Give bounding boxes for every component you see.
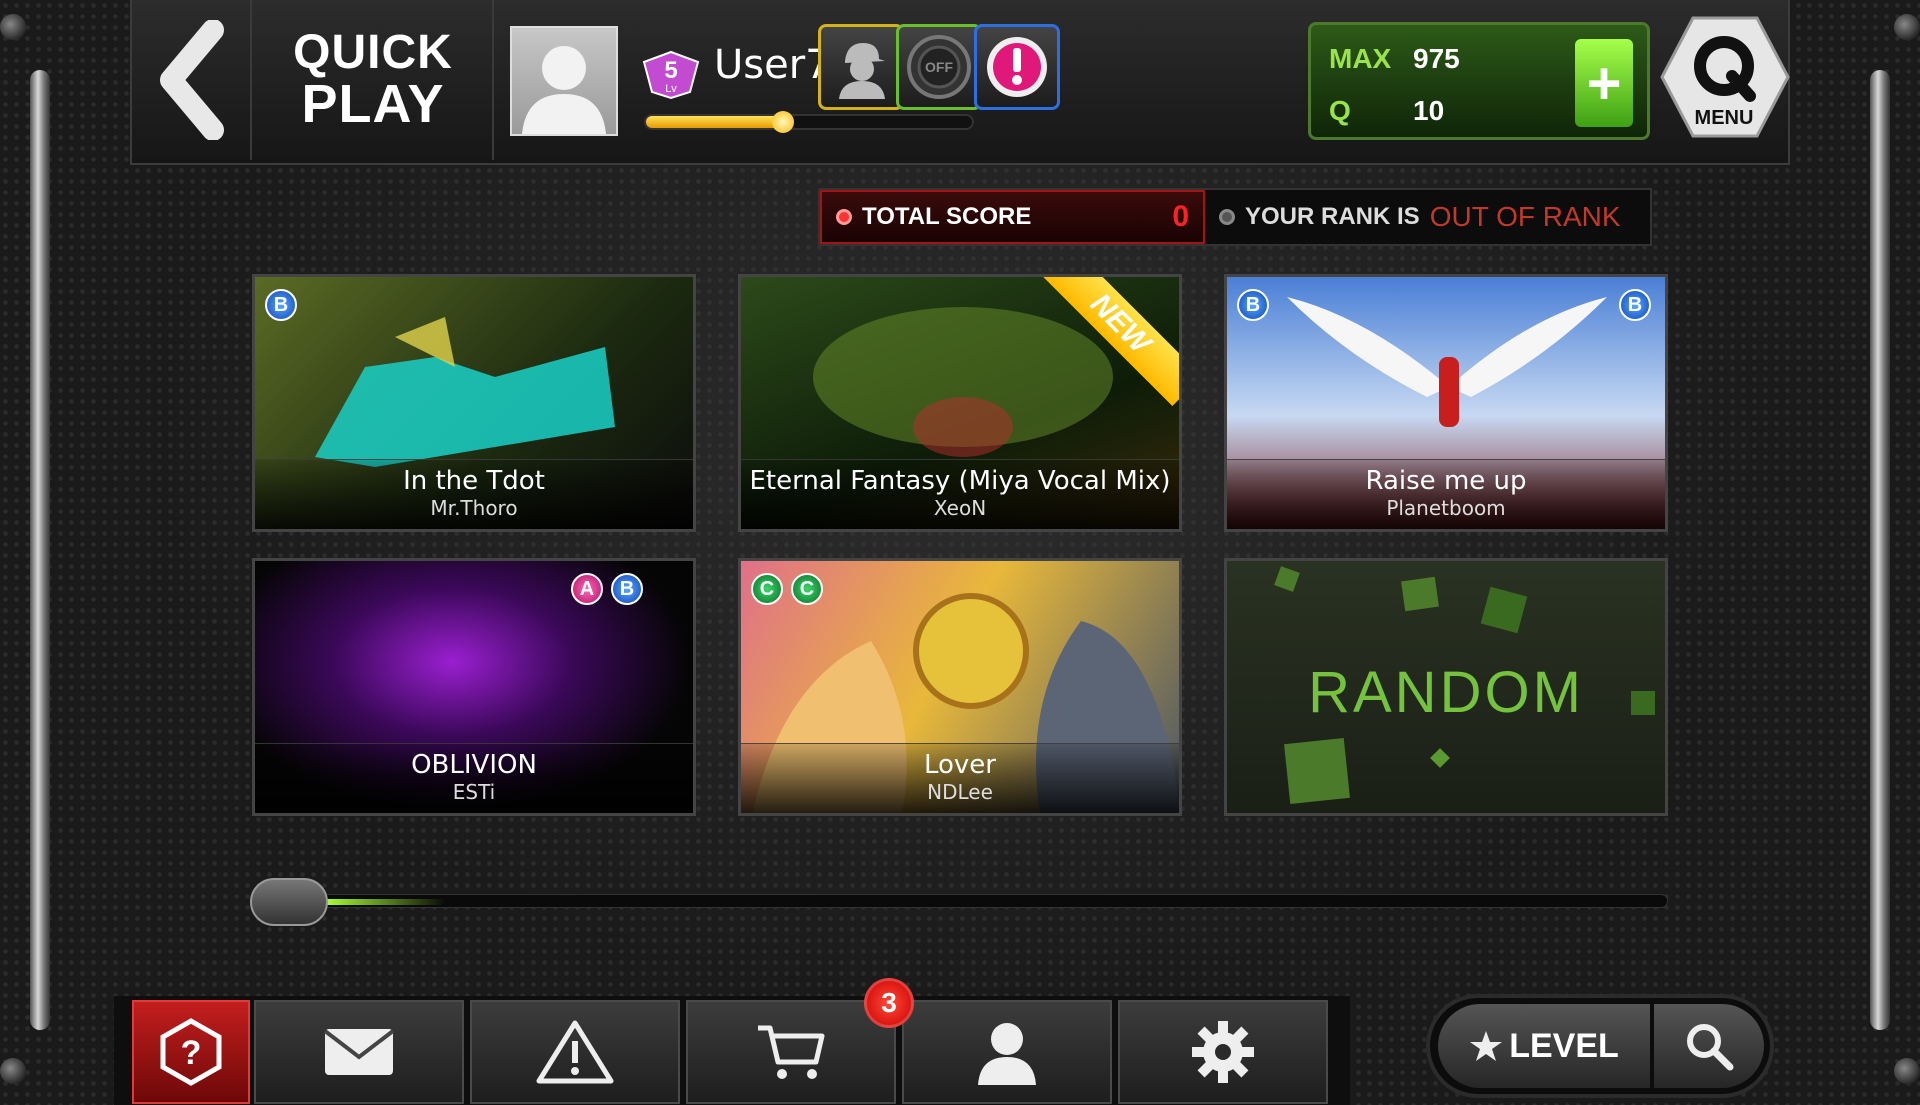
song-caption: Lover NDLee: [741, 743, 1179, 813]
off-toggle-button[interactable]: OFF: [896, 24, 982, 110]
menu-label: MENU: [1695, 107, 1754, 129]
help-hexagon-icon: ?: [160, 1018, 222, 1086]
star-icon: [1470, 1031, 1503, 1061]
rank-label: YOUR RANK IS: [1245, 203, 1420, 230]
difficulty-badge: B: [1619, 289, 1651, 321]
difficulty-badge: A: [571, 573, 603, 605]
song-artist: NDLee: [927, 780, 993, 804]
song-card[interactable]: A B OBLIVION ESTi: [252, 558, 696, 816]
profile-icon: [978, 1023, 1036, 1085]
total-score-value: 0: [1172, 200, 1189, 233]
difficulty-badge: B: [611, 573, 643, 605]
page-slider-track[interactable]: [250, 894, 1668, 908]
rank: YOUR RANK IS OUT OF RANK: [1205, 190, 1621, 244]
left-rail: [30, 70, 50, 1030]
alert-icon: [987, 37, 1047, 97]
rank-dot-icon: [1219, 209, 1235, 225]
avatar[interactable]: [510, 26, 618, 136]
cart-count-badge: 3: [864, 978, 914, 1028]
bolt-icon: [0, 14, 26, 40]
song-card[interactable]: NEW Eternal Fantasy (Miya Vocal Mix) Xeo…: [738, 274, 1182, 532]
song-title: In the Tdot: [403, 466, 545, 496]
q-label: Q: [1329, 95, 1351, 126]
song-caption: OBLIVION ESTi: [255, 743, 693, 813]
mail-icon: [323, 1029, 395, 1075]
search-icon: [1687, 1024, 1734, 1071]
song-artist: XeoN: [933, 496, 987, 520]
profile-button[interactable]: [902, 1000, 1112, 1104]
level-label: Lv: [665, 83, 677, 95]
svg-text:?: ?: [181, 1034, 202, 1072]
shop-button[interactable]: [686, 1000, 896, 1104]
difficulty-badge: B: [265, 289, 297, 321]
song-caption: In the Tdot Mr.Thoro: [255, 459, 693, 529]
right-rail: [1870, 70, 1890, 1030]
title-line2: PLAY: [301, 74, 445, 134]
song-caption: Eternal Fantasy (Miya Vocal Mix) XeoN: [741, 459, 1179, 529]
total-score: TOTAL SCORE 0: [820, 190, 1205, 244]
menu-hexagon-icon: MENU: [1660, 16, 1790, 138]
warning-icon: [536, 1020, 614, 1084]
song-title: OBLIVION: [411, 750, 537, 780]
random-card[interactable]: RANDOM: [1224, 558, 1668, 816]
bottom-bar: ?: [114, 996, 1350, 1105]
off-label: OFF: [925, 59, 953, 75]
difficulty-badge: C: [791, 573, 823, 605]
user-silhouette-icon: [522, 46, 606, 134]
song-caption: Raise me up Planetboom: [1227, 459, 1665, 529]
total-score-label: TOTAL SCORE: [862, 203, 1032, 230]
song-card[interactable]: C C Lover NDLee: [738, 558, 1182, 816]
level-badge-icon: 5 Lv: [642, 50, 700, 100]
q-value: 10: [1413, 95, 1445, 126]
random-label: RANDOM: [1308, 660, 1584, 725]
max-q-panel: MAX 975 Q 10 +: [1308, 22, 1650, 140]
add-q-button[interactable]: +: [1575, 39, 1633, 127]
xp-bar-knob: [771, 111, 794, 133]
level-sort-label: LEVEL: [1509, 1026, 1619, 1065]
song-title: Raise me up: [1365, 466, 1527, 496]
level-sort-button[interactable]: LEVEL: [1438, 1004, 1650, 1088]
song-artist: Mr.Thoro: [430, 496, 518, 520]
help-button[interactable]: ?: [132, 1000, 250, 1104]
score-strip: TOTAL SCORE 0 YOUR RANK IS OUT OF RANK: [818, 188, 1652, 246]
alert-toggle-button[interactable]: [974, 24, 1060, 110]
page-slider-thumb[interactable]: [250, 878, 328, 926]
off-dial-icon: OFF: [907, 35, 971, 99]
score-dot-icon: [836, 209, 852, 225]
mail-button[interactable]: [254, 1000, 464, 1104]
menu-button[interactable]: MENU: [1660, 14, 1790, 140]
max-value: 975: [1413, 43, 1460, 74]
max-label: MAX: [1329, 43, 1392, 74]
song-artist: Planetboom: [1386, 496, 1506, 520]
cap-person-icon: [839, 43, 885, 99]
background: [0, 0, 1920, 1105]
avatar-toggle-button[interactable]: [818, 24, 904, 110]
song-title: Eternal Fantasy (Miya Vocal Mix): [749, 466, 1171, 496]
page-title: QUICK PLAY: [254, 0, 494, 160]
song-title: Lover: [923, 750, 996, 780]
sort-search-pill: LEVEL: [1426, 994, 1774, 1098]
title-line1: QUICK: [293, 26, 453, 79]
difficulty-badge: C: [751, 573, 783, 605]
bolt-icon: [0, 1058, 26, 1084]
level-number: 5: [664, 57, 677, 84]
cart-icon: [758, 1025, 825, 1079]
xp-bar-fill: [646, 116, 783, 128]
top-bar: QUICK PLAY 5 Lv User76988354 OFF: [130, 0, 1790, 165]
notice-button[interactable]: [470, 1000, 680, 1104]
bolt-icon: [1894, 14, 1920, 40]
song-card[interactable]: B In the Tdot Mr.Thoro: [252, 274, 696, 532]
back-arrow-icon: [160, 20, 224, 140]
difficulty-badge: B: [1237, 289, 1269, 321]
gear-icon: [1192, 1021, 1254, 1083]
rank-value: OUT OF RANK: [1429, 201, 1621, 232]
song-artist: ESTi: [452, 780, 496, 804]
bolt-icon: [1894, 1058, 1920, 1084]
song-card[interactable]: B B Raise me up Planetboom: [1224, 274, 1668, 532]
back-button[interactable]: [132, 0, 252, 160]
search-button[interactable]: [1654, 1004, 1764, 1088]
settings-button[interactable]: [1118, 1000, 1328, 1104]
xp-bar: [644, 111, 974, 133]
page-slider-glow: [325, 899, 445, 905]
